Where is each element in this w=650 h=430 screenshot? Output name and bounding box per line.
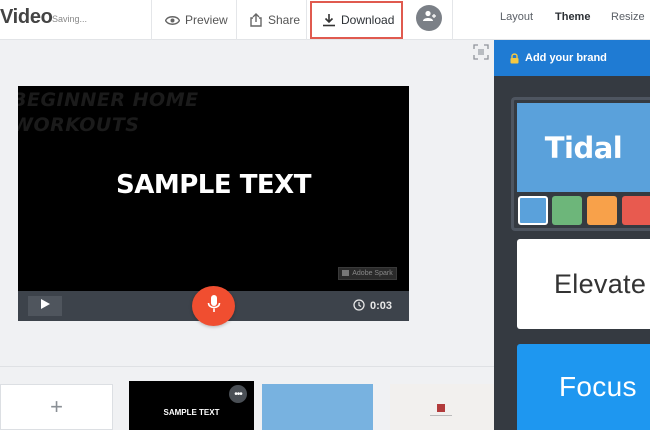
save-status: Saving... bbox=[52, 14, 88, 24]
add-user-icon bbox=[422, 9, 436, 27]
video-preview[interactable]: BEGINNER HOME WORKOUTS SAMPLE TEXT Adobe… bbox=[18, 86, 409, 291]
duration-text: 0:03 bbox=[370, 300, 393, 312]
duration-display: 0:03 bbox=[353, 291, 392, 321]
divider bbox=[151, 0, 152, 40]
logo-icon bbox=[437, 404, 445, 412]
preview-label: Preview bbox=[185, 13, 228, 27]
color-swatch[interactable] bbox=[622, 196, 650, 225]
play-icon bbox=[40, 297, 51, 315]
download-icon bbox=[322, 13, 336, 27]
fullscreen-icon[interactable] bbox=[473, 44, 489, 60]
tab-theme[interactable]: Theme bbox=[555, 0, 590, 34]
add-brand-label: Add your brand bbox=[525, 52, 607, 64]
tab-layout[interactable]: Layout bbox=[500, 0, 533, 34]
top-bar: Video Saving... Preview Share Download L… bbox=[0, 0, 650, 40]
add-collaborator-button[interactable] bbox=[416, 5, 442, 31]
record-voice-button[interactable] bbox=[192, 286, 235, 326]
eye-icon bbox=[165, 15, 180, 26]
watermark-text: Adobe Spark bbox=[352, 270, 393, 277]
video-overlay-title: BEGINNER HOME WORKOUTS bbox=[18, 89, 199, 136]
watermark: Adobe Spark bbox=[338, 267, 397, 280]
tab-resize[interactable]: Resize bbox=[611, 0, 645, 34]
microphone-icon bbox=[207, 294, 221, 318]
lock-icon bbox=[510, 52, 519, 64]
share-button[interactable]: Share bbox=[249, 0, 300, 40]
slide-thumbnail-text: SAMPLE TEXT bbox=[163, 408, 220, 417]
divider bbox=[306, 0, 307, 40]
divider bbox=[430, 415, 452, 416]
color-swatch[interactable] bbox=[587, 196, 617, 225]
share-icon bbox=[249, 13, 263, 27]
theme-tidal[interactable]: Tidal bbox=[517, 103, 650, 192]
add-brand-button[interactable]: Add your brand bbox=[494, 40, 650, 76]
slide-thumbnail[interactable] bbox=[390, 384, 494, 430]
theme-elevate[interactable]: Elevate bbox=[517, 239, 650, 329]
divider bbox=[236, 0, 237, 40]
color-swatch[interactable] bbox=[518, 196, 548, 225]
video-sample-text: SAMPLE TEXT bbox=[116, 170, 311, 200]
download-label: Download bbox=[341, 13, 395, 27]
divider bbox=[0, 366, 494, 367]
app-title: Video bbox=[0, 6, 53, 28]
clock-icon bbox=[353, 298, 365, 314]
divider bbox=[452, 0, 453, 40]
adobe-logo-icon bbox=[342, 269, 350, 278]
more-options-button[interactable]: ••• bbox=[229, 385, 247, 403]
slide-thumbnail[interactable] bbox=[262, 384, 373, 430]
preview-button[interactable]: Preview bbox=[165, 0, 228, 40]
add-slide-button[interactable]: + bbox=[0, 384, 113, 430]
color-swatch[interactable] bbox=[552, 196, 582, 225]
theme-focus[interactable]: Focus bbox=[517, 344, 650, 430]
slide-thumbnail[interactable]: SAMPLE TEXT ••• bbox=[129, 381, 254, 430]
download-button[interactable]: Download bbox=[322, 0, 394, 40]
share-label: Share bbox=[268, 13, 301, 27]
play-button[interactable] bbox=[28, 296, 62, 316]
